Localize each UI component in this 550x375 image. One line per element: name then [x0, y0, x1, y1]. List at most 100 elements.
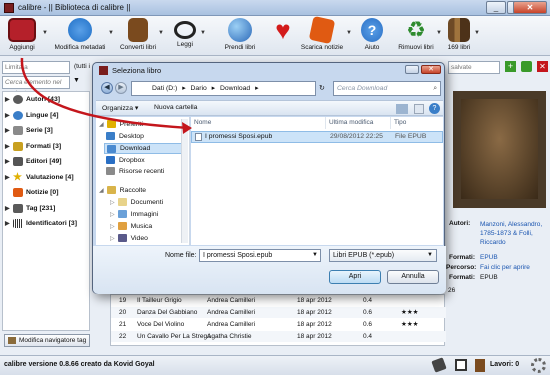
- libraries-icon: [106, 186, 116, 194]
- select-book-dialog: Seleziona libro ✕ ◀ ▶ Dati (D:) ▸ Dario …: [92, 62, 446, 294]
- stray-number: 26: [448, 287, 456, 294]
- tag-icon[interactable]: [431, 357, 447, 373]
- add-books-button[interactable]: Aggiungi: [6, 18, 38, 56]
- table-row[interactable]: 21 Voce Del Violino Andrea Camilleri 18 …: [111, 319, 446, 330]
- table-row[interactable]: 20 Danza Del Gabbiano Andrea Camilleri 1…: [111, 307, 446, 318]
- limit-to-combo[interactable]: Limita a: [2, 61, 70, 74]
- file-row[interactable]: I promessi Sposi.epub 29/08/2012 22:25 F…: [191, 131, 443, 143]
- filename-dropdown-arrow[interactable]: ▼: [312, 250, 318, 261]
- fetch-news-button[interactable]: Scarica notizie: [300, 15, 344, 56]
- saved-searches-combo[interactable]: salvate: [448, 61, 500, 74]
- nav-recent[interactable]: Risorse recenti: [106, 167, 164, 175]
- delete-search-icon[interactable]: ✕: [537, 61, 548, 72]
- preview-pane-icon[interactable]: [414, 104, 424, 114]
- add-books-menu-arrow[interactable]: ▼: [42, 30, 48, 36]
- info-icon: [68, 18, 92, 42]
- chevron-down-icon: ▼: [427, 252, 433, 258]
- globe-icon: [228, 18, 252, 42]
- minimize-button[interactable]: _: [486, 1, 506, 14]
- view-options-icon[interactable]: [396, 104, 408, 114]
- refresh-icon[interactable]: ↻: [319, 84, 325, 92]
- tag-browser-search-input[interactable]: Cerca elemento nel navigatore: [2, 76, 70, 97]
- music-icon: [117, 222, 127, 230]
- convert-books-button[interactable]: Converti libri: [118, 18, 158, 56]
- dialog-maximize-button[interactable]: [405, 65, 419, 74]
- desktop-icon: [106, 132, 115, 140]
- nav-download[interactable]: Download: [104, 143, 188, 154]
- sidebar-item-publishers[interactable]: ▶ Editori [49]: [3, 154, 89, 170]
- add-books-icon: [8, 18, 36, 42]
- new-folder-button[interactable]: Nuova cartella: [154, 104, 197, 111]
- tag-search-arrow-icon[interactable]: ▼: [73, 77, 80, 84]
- edit-metadata-menu-arrow[interactable]: ▼: [108, 30, 114, 36]
- sidebar-item-authors[interactable]: ▶ Autori [43]: [3, 92, 89, 108]
- nav-favorites[interactable]: ◢ Preferiti: [99, 120, 143, 128]
- sidebar-item-languages[interactable]: ▶ Lingue [4]: [3, 108, 89, 124]
- news-icon: [308, 15, 336, 45]
- read-button[interactable]: Leggi: [170, 18, 200, 56]
- dropbox-icon: [106, 156, 115, 164]
- remove-menu-arrow[interactable]: ▼: [436, 30, 442, 36]
- organize-menu[interactable]: Organizza ▾: [102, 104, 138, 112]
- layout-icon[interactable]: [455, 359, 467, 371]
- column-type[interactable]: Tipo: [391, 117, 443, 129]
- dialog-close-button[interactable]: ✕: [421, 65, 441, 74]
- pictures-icon: [117, 210, 127, 218]
- book-cover-image[interactable]: [453, 91, 546, 208]
- filename-input[interactable]: I promessi Sposi.epub ▼: [199, 249, 321, 262]
- dialog-footer: Nome file: I promessi Sposi.epub ▼ Libri…: [93, 246, 446, 294]
- donate-button[interactable]: ♥: [268, 17, 298, 56]
- news-menu-arrow[interactable]: ▼: [346, 30, 352, 36]
- epub-file-icon: [195, 133, 202, 141]
- sidebar-item-news[interactable]: Notizie [0]: [3, 185, 89, 201]
- column-modified[interactable]: Ultima modifica: [326, 117, 391, 129]
- get-books-button[interactable]: Prendi libri: [218, 18, 262, 56]
- cancel-button[interactable]: Annulla: [387, 270, 439, 284]
- window-title: calibre - || Biblioteca di calibre ||: [18, 3, 131, 12]
- nav-collections[interactable]: ◢ Raccolte: [99, 186, 146, 194]
- dialog-command-bar: Organizza ▾ Nuova cartella ?: [96, 100, 443, 116]
- cover-engraving: [461, 99, 538, 199]
- column-name[interactable]: Nome: [191, 117, 326, 129]
- copy-search-icon[interactable]: [521, 61, 532, 72]
- edit-metadata-button[interactable]: Modifica metadati: [52, 18, 108, 56]
- book-icon[interactable]: [475, 359, 485, 372]
- remove-books-button[interactable]: ♻ Rimuovi libri: [396, 18, 436, 56]
- nav-images[interactable]: ▷ Immagini: [110, 210, 158, 218]
- save-search-icon[interactable]: +: [505, 61, 516, 72]
- jobs-count[interactable]: Lavori: 0: [490, 361, 519, 368]
- sidebar-item-tags[interactable]: ▶ Tag [231]: [3, 201, 89, 217]
- table-row[interactable]: 19 Il Tailleur Grigio Andrea Camilleri 1…: [111, 295, 446, 306]
- video-icon: [117, 234, 127, 242]
- nav-dropbox[interactable]: Dropbox: [106, 156, 145, 164]
- nav-scrollbar[interactable]: [181, 119, 188, 243]
- nav-video[interactable]: ▷ Video: [110, 234, 148, 242]
- back-button[interactable]: ◀: [101, 82, 113, 94]
- sidebar-item-series[interactable]: ▶ Serie [3]: [3, 123, 89, 139]
- convert-menu-arrow[interactable]: ▼: [158, 30, 164, 36]
- nav-documents[interactable]: ▷ Documenti: [110, 198, 163, 206]
- read-menu-arrow[interactable]: ▼: [200, 30, 206, 36]
- close-button[interactable]: ✕: [513, 1, 547, 14]
- nav-desktop[interactable]: Desktop: [106, 132, 144, 140]
- sidebar-item-rating[interactable]: ▶ ★ Valutazione [4]: [3, 170, 89, 186]
- help-button[interactable]: ? Aiuto: [360, 18, 384, 56]
- authors-link[interactable]: Manzoni, Alessandro, 1785-1873 & Folli, …: [480, 220, 550, 247]
- table-row[interactable]: 22 Un Cavallo Per La Strega Agatha Chris…: [111, 331, 446, 342]
- formats-link[interactable]: EPUB: [480, 254, 498, 261]
- open-button[interactable]: Apri: [329, 270, 381, 284]
- path-link[interactable]: Fai clic per aprire: [480, 264, 530, 271]
- sidebar-item-identifiers[interactable]: ▶ Identificatori [3]: [3, 216, 89, 232]
- modify-tag-browser-button[interactable]: Modifica navigatore tag: [4, 334, 90, 347]
- breadcrumb: Dati (D:) ▸ Dario ▸ Download ▸: [152, 85, 259, 92]
- forward-button[interactable]: ▶: [115, 82, 127, 94]
- file-type-select[interactable]: Libri EPUB (*.epub) ▼: [329, 249, 437, 262]
- folder-search-input[interactable]: Cerca Download ⌕: [333, 81, 441, 96]
- tag-browser: ▶ Autori [43] ▶ Lingue [4] ▶ Serie [3] ▶ For…: [2, 91, 90, 331]
- address-bar[interactable]: Dati (D:) ▸ Dario ▸ Download ▸: [131, 81, 316, 96]
- sidebar-item-formats[interactable]: ▶ Formati [3]: [3, 139, 89, 155]
- help-icon[interactable]: ?: [429, 103, 440, 114]
- library-button[interactable]: 169 libri: [444, 18, 474, 56]
- library-menu-arrow[interactable]: ▼: [474, 30, 480, 36]
- nav-music[interactable]: ▷ Musica: [110, 222, 152, 230]
